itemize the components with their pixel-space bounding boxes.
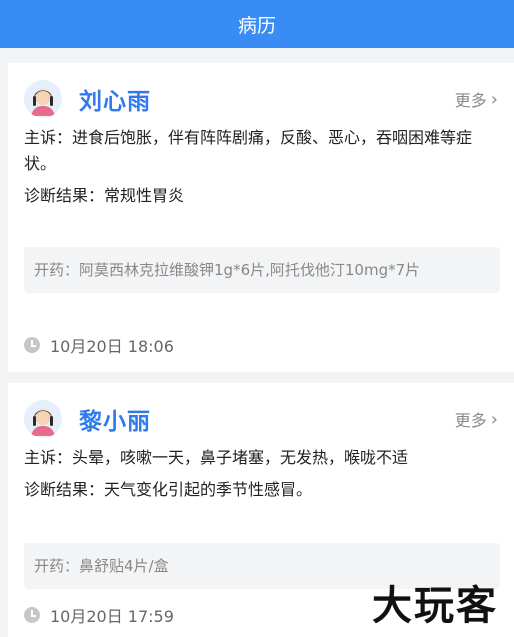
diagnosis-text: 诊断结果：天气变化引起的季节性感冒。 <box>24 480 313 499</box>
record-card[interactable]: 刘心雨 更多 › 主诉：进食后饱胀，伴有阵阵剧痛，反酸、恶心，吞咽困难等症状。 … <box>8 63 514 372</box>
time-text: 10月20日 17:59 <box>50 607 174 626</box>
clock-icon <box>24 337 40 353</box>
complaint-text: 主诉：进食后饱胀，伴有阵阵剧痛，反酸、恶心，吞咽困难等症状。 <box>24 128 473 173</box>
record-header: 黎小丽 更多 › <box>24 399 498 439</box>
more-link[interactable]: 更多 › <box>455 87 498 111</box>
record-header: 刘心雨 更多 › <box>24 79 498 119</box>
female-avatar-icon <box>24 80 62 118</box>
complaint-text: 主诉：头晕，咳嗽一天，鼻子堵塞，无发热，喉咙不适 <box>24 448 409 467</box>
patient-name: 黎小丽 <box>79 409 151 435</box>
page-header: 病历 <box>0 0 514 48</box>
prescription-text: 开药：鼻舒贴4片/盒 <box>34 557 169 575</box>
more-label: 更多 <box>454 91 487 110</box>
time-text: 10月20日 18:06 <box>50 337 174 356</box>
more-link[interactable]: 更多 › <box>455 407 498 431</box>
prescription-box: 开药：阿莫西林克拉维酸钾1g*6片,阿托伐他汀10mg*7片 <box>24 247 500 293</box>
patient-name: 刘心雨 <box>79 89 151 115</box>
page-title: 病历 <box>237 14 276 37</box>
record-time: 10月20日 17:59 <box>24 603 174 627</box>
prescription-text: 开药：阿莫西林克拉维酸钾1g*6片,阿托伐他汀10mg*7片 <box>34 261 421 279</box>
clock-icon <box>24 607 40 623</box>
diagnosis-text: 诊断结果：常规性胃炎 <box>24 186 185 205</box>
female-avatar-icon <box>24 400 62 438</box>
chevron-right-icon: › <box>490 408 498 430</box>
watermark-logo: 大玩客 <box>372 583 498 629</box>
chevron-right-icon: › <box>490 88 498 110</box>
record-time: 10月20日 18:06 <box>24 333 174 357</box>
more-label: 更多 <box>454 411 487 430</box>
